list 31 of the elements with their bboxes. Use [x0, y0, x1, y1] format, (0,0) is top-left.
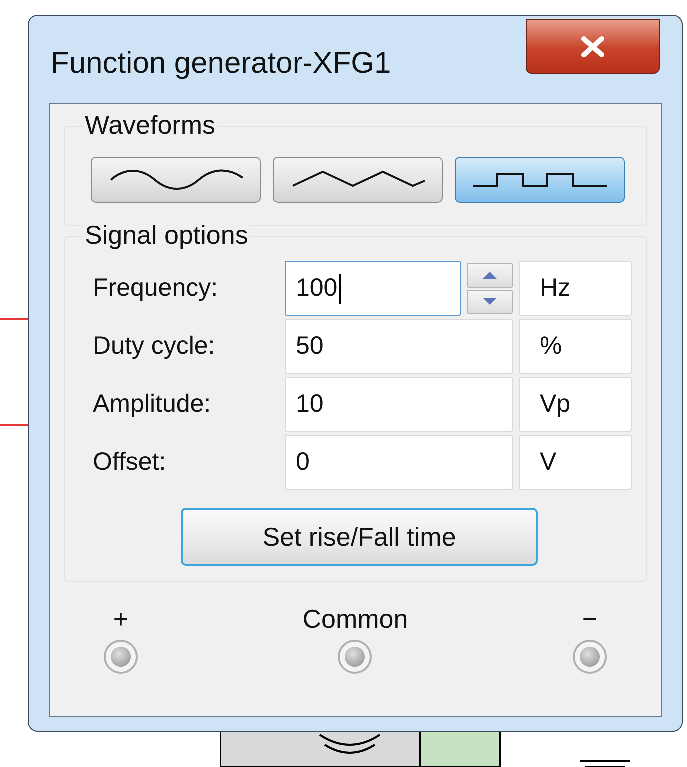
field-label: Duty cycle:	[93, 330, 216, 362]
input-field[interactable]: 50	[285, 319, 513, 374]
field-label: Offset:	[93, 446, 168, 478]
terminal-label: −	[582, 604, 598, 634]
unit-label: V	[519, 435, 632, 490]
field-label: Frequency:	[93, 272, 220, 304]
sine-wave-button[interactable]	[91, 157, 261, 203]
unit-label: Vp	[519, 377, 632, 432]
spin-up-button[interactable]	[467, 263, 513, 288]
up-arrow-icon	[483, 272, 497, 279]
input-field[interactable]: 0	[285, 435, 513, 490]
triangle-wave-button[interactable]	[273, 157, 443, 203]
close-button[interactable]	[526, 19, 660, 74]
wire	[0, 318, 28, 320]
window-title: Function generator-XFG1	[51, 46, 392, 82]
field-label: Amplitude:	[93, 388, 212, 420]
down-arrow-icon	[483, 298, 497, 306]
spin-down-button[interactable]	[467, 290, 513, 314]
terminal-label: +	[113, 604, 129, 634]
input-field[interactable]: 10	[285, 377, 513, 432]
close-icon	[580, 36, 606, 58]
wire	[0, 424, 28, 426]
set-rise-fall-time-button[interactable]: Set rise/Fall time	[181, 508, 538, 566]
terminal-label: Common	[302, 604, 408, 634]
input-field[interactable]: 100	[285, 261, 461, 316]
unit-label: %	[519, 319, 632, 374]
terminal-connector[interactable]	[572, 640, 607, 674]
terminal-connector[interactable]	[338, 640, 372, 674]
terminal-connector[interactable]	[104, 640, 138, 674]
unit-label: Hz	[519, 261, 632, 316]
square-wave-button[interactable]	[455, 157, 625, 203]
